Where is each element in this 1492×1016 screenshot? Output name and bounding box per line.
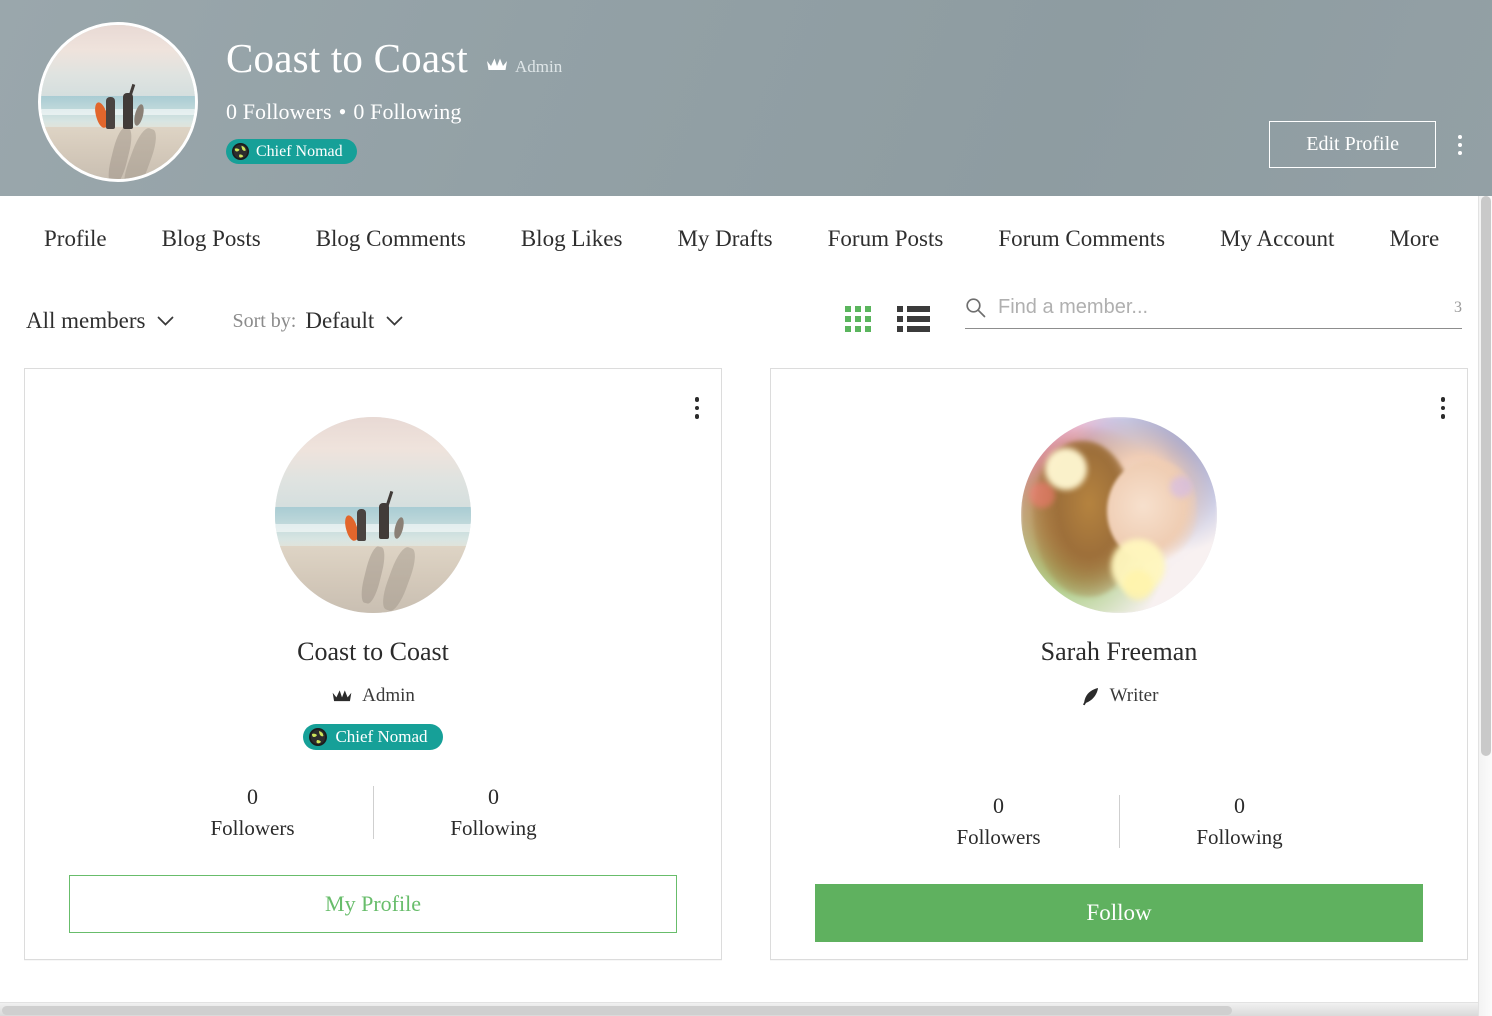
profile-identity: Coast to Coast Admin 0 Followers • 0 Follo… [226, 22, 562, 166]
member-card[interactable]: Sarah Freeman Writer 0 Followers 0 Follo… [770, 368, 1468, 960]
member-role-label: Admin [362, 685, 415, 706]
tab-profile[interactable]: Profile [44, 226, 107, 252]
followers-label: Followers [210, 816, 295, 840]
tab-forum-comments[interactable]: Forum Comments [998, 226, 1165, 252]
followers-count: 0 [993, 793, 1004, 818]
member-name: Sarah Freeman [1040, 637, 1198, 666]
following-count: 0 [488, 784, 499, 809]
header-actions: Edit Profile [1269, 121, 1462, 168]
card-more-menu-icon[interactable] [1440, 397, 1445, 419]
member-card[interactable]: Coast to Coast Admin Chief Nomad 0 Follo… [24, 368, 722, 960]
horizontal-scrollbar-thumb[interactable] [2, 1006, 1232, 1015]
tab-blog-posts[interactable]: Blog Posts [162, 226, 261, 252]
member-search: 3 [965, 296, 1462, 329]
followers-label: Followers [956, 825, 1041, 849]
avatar[interactable] [1021, 417, 1217, 613]
list-view-icon[interactable] [897, 306, 930, 332]
sort-prefix-label: Sort by: [232, 309, 297, 332]
sort-value-label: Default [305, 308, 375, 333]
followers-stat[interactable]: 0 Followers [133, 784, 373, 841]
profile-stats: 0 Followers • 0 Following [226, 99, 562, 125]
chevron-down-icon [386, 316, 403, 327]
feather-icon [1080, 686, 1101, 707]
bokeh-portrait-photo [1021, 417, 1217, 613]
member-status-badge: Chief Nomad [303, 724, 443, 750]
tab-blog-likes[interactable]: Blog Likes [521, 226, 623, 252]
beach-surfers-photo [275, 417, 471, 613]
vertical-scrollbar-thumb[interactable] [1481, 196, 1491, 756]
search-result-count: 3 [1454, 298, 1462, 316]
search-input[interactable] [998, 296, 1448, 319]
horizontal-scrollbar[interactable] [0, 1002, 1478, 1016]
view-mode-toggles [845, 306, 930, 332]
profile-header: Coast to Coast Admin 0 Followers • 0 Follo… [0, 0, 1492, 196]
card-more-menu-icon[interactable] [694, 397, 699, 419]
grid-view-icon[interactable] [845, 306, 871, 332]
follow-button[interactable]: Follow [815, 884, 1423, 942]
globe-icon [231, 142, 250, 161]
following-count: 0 [1234, 793, 1245, 818]
vertical-scrollbar[interactable] [1478, 196, 1492, 1016]
member-stats: 0 Followers 0 Following [771, 793, 1467, 850]
members-filter-dropdown[interactable]: All members [26, 308, 174, 334]
tab-more[interactable]: More [1389, 226, 1439, 252]
stats-separator: • [338, 99, 347, 124]
my-profile-button[interactable]: My Profile [69, 875, 677, 933]
member-role-label: Writer [1109, 685, 1159, 706]
member-action-wrap: Follow [771, 884, 1467, 942]
following-stat[interactable]: 0 Following [374, 784, 614, 841]
status-badge-label: Chief Nomad [256, 142, 343, 160]
followers-count: 0 Followers [226, 99, 332, 124]
following-stat[interactable]: 0 Following [1120, 793, 1360, 850]
members-filter-label: All members [26, 308, 146, 333]
header-more-menu-icon[interactable] [1458, 134, 1462, 155]
member-role: Admin [331, 685, 415, 707]
header-role-label: Admin [514, 57, 563, 76]
tab-blog-comments[interactable]: Blog Comments [316, 226, 466, 252]
tab-my-account[interactable]: My Account [1220, 226, 1334, 252]
members-grid: Coast to Coast Admin Chief Nomad 0 Follo… [0, 354, 1492, 960]
following-count: 0 Following [353, 99, 462, 124]
member-stats: 0 Followers 0 Following [25, 784, 721, 841]
following-label: Following [450, 816, 537, 840]
crown-icon [486, 57, 508, 77]
globe-icon [308, 727, 328, 747]
page-title: Coast to Coast [226, 35, 468, 81]
profile-nav-tabs: Profile Blog Posts Blog Comments Blog Li… [0, 196, 1492, 282]
edit-profile-button[interactable]: Edit Profile [1269, 121, 1436, 168]
member-action-wrap: My Profile [25, 875, 721, 933]
tab-forum-posts[interactable]: Forum Posts [828, 226, 944, 252]
search-icon [965, 297, 986, 318]
chevron-down-icon [157, 316, 174, 327]
header-role: Admin [486, 57, 562, 77]
following-label: Following [1196, 825, 1283, 849]
avatar[interactable] [275, 417, 471, 613]
member-role: Writer [1080, 685, 1159, 707]
crown-icon [331, 689, 353, 703]
member-name: Coast to Coast [297, 637, 449, 666]
status-badge: Chief Nomad [226, 139, 357, 164]
tab-my-drafts[interactable]: My Drafts [677, 226, 772, 252]
sort-dropdown[interactable]: Sort by: Default [232, 308, 403, 334]
followers-stat[interactable]: 0 Followers [879, 793, 1119, 850]
beach-surfers-photo [41, 25, 195, 179]
followers-count: 0 [247, 784, 258, 809]
members-toolbar: All members Sort by: Default 3 [0, 282, 1492, 354]
member-status-badge-label: Chief Nomad [335, 727, 428, 746]
avatar[interactable] [38, 22, 198, 182]
